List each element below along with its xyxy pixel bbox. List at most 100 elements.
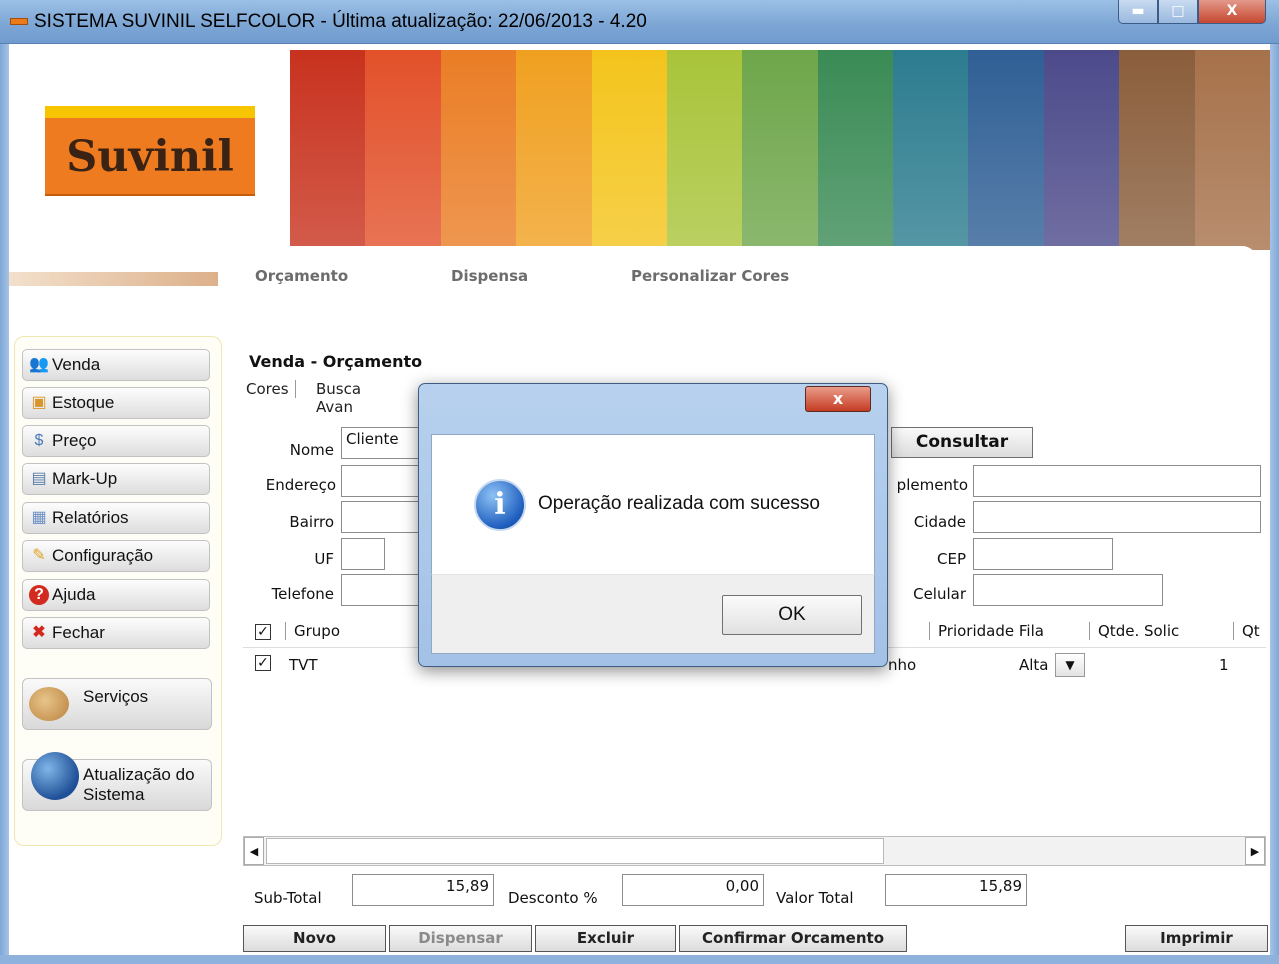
- markup-icon: ▤: [31, 470, 47, 487]
- tab-personalizar-cores[interactable]: Personalizar Cores: [631, 267, 789, 285]
- imprimir-button[interactable]: Imprimir: [1125, 925, 1268, 952]
- desconto-input[interactable]: 0,00: [622, 874, 764, 906]
- cell-grupo: TVT: [289, 656, 318, 674]
- sidebar-item-label: Relatórios: [52, 508, 129, 527]
- sidebar-item-label: Estoque: [52, 393, 115, 412]
- sidebar-item-label: Mark-Up: [52, 469, 118, 488]
- complemento-input[interactable]: [973, 465, 1261, 497]
- box-icon: ▣: [31, 394, 47, 411]
- novo-button[interactable]: Novo: [243, 925, 386, 952]
- col-grupo[interactable]: Grupo: [285, 622, 340, 640]
- price-icon: $: [34, 432, 44, 449]
- sidebar-item-relatorios[interactable]: ▦ Relatórios: [22, 502, 210, 534]
- sidebar-item-preco[interactable]: $ Preço: [22, 425, 210, 457]
- banner-stripe: [742, 50, 818, 250]
- dialog-message: Operação realizada com sucesso: [538, 493, 820, 514]
- cidade-input[interactable]: [973, 501, 1261, 533]
- nome-value: Cliente: [346, 430, 399, 448]
- banner-stripe: [591, 50, 667, 250]
- uf-label: UF: [314, 550, 334, 568]
- sidebar-item-ajuda[interactable]: ? Ajuda: [22, 579, 210, 611]
- info-icon: i: [474, 479, 526, 531]
- col-qtde-solic[interactable]: Qtde. Solic: [1089, 622, 1179, 640]
- sidebar-item-label: Configuração: [52, 546, 154, 565]
- valor-total-value: 15,89: [979, 877, 1022, 895]
- window-titlebar: SISTEMA SUVINIL SELFCOLOR - Última atual…: [0, 0, 1279, 44]
- atualizacao-label-1: Atualização do: [83, 765, 195, 784]
- sidebar-item-fechar[interactable]: ✖ Fechar: [22, 617, 210, 649]
- window-title: SISTEMA SUVINIL SELFCOLOR - Última atual…: [34, 11, 647, 32]
- bairro-input[interactable]: [341, 501, 421, 533]
- servicos-label: Serviços: [83, 687, 149, 706]
- col-prioridade-fila[interactable]: Prioridade Fila: [929, 622, 1044, 640]
- sidebar-item-label: Ajuda: [52, 585, 96, 604]
- valor-total-label: Valor Total: [776, 889, 854, 907]
- maximize-button[interactable]: □: [1158, 0, 1198, 24]
- telefone-input[interactable]: [341, 574, 421, 606]
- cell-prioridade: Alta: [1019, 656, 1049, 674]
- reports-icon: ▦: [31, 509, 47, 526]
- excluir-button[interactable]: Excluir: [535, 925, 676, 952]
- banner-stripe: [516, 50, 592, 250]
- dialog-footer: OK: [431, 574, 875, 654]
- subtotal-value: 15,89: [446, 877, 489, 895]
- nome-label: Nome: [289, 441, 334, 459]
- bairro-label: Bairro: [289, 513, 334, 531]
- select-all-checkbox[interactable]: ✓: [255, 624, 271, 640]
- scrollbar-thumb[interactable]: [266, 838, 884, 864]
- prioridade-dropdown-button[interactable]: ▼: [1055, 653, 1085, 677]
- help-icon: ?: [29, 585, 49, 605]
- sidebar-item-markup[interactable]: ▤ Mark-Up: [22, 463, 210, 495]
- tab-dispensa[interactable]: Dispensa: [451, 267, 528, 285]
- banner-stripe: [365, 50, 441, 250]
- col-qt[interactable]: Qt: [1233, 622, 1260, 640]
- scroll-left-arrow[interactable]: ◀: [244, 837, 264, 865]
- users-icon: 👥: [29, 356, 49, 373]
- ok-button[interactable]: OK: [722, 595, 862, 635]
- cell-qtde: 1: [1219, 656, 1229, 674]
- window-frame-left: [0, 44, 9, 964]
- horizontal-scrollbar[interactable]: ◀ ▶: [243, 836, 1266, 866]
- desconto-label: Desconto %: [508, 889, 598, 907]
- suvinil-logo: Suvinil: [45, 106, 255, 196]
- logo-text: Suvinil: [66, 132, 234, 182]
- globe-icon: [31, 752, 79, 800]
- banner-stripe: [290, 50, 366, 250]
- atualizacao-button[interactable]: Atualização do Sistema: [22, 752, 212, 811]
- endereco-label: Endereço: [265, 476, 336, 494]
- sidebar-item-venda[interactable]: 👥 Venda: [22, 349, 210, 381]
- servicos-icon: [29, 687, 69, 721]
- telefone-label: Telefone: [271, 585, 334, 603]
- sidebar-item-configuracao[interactable]: ✎ Configuração: [22, 540, 210, 572]
- banner-stripe: [1043, 50, 1120, 250]
- endereco-input[interactable]: [341, 465, 421, 497]
- minimize-button[interactable]: ▬: [1118, 0, 1158, 24]
- banner-stripe: [1119, 50, 1195, 250]
- window-close-button[interactable]: X: [1198, 0, 1266, 24]
- sidebar-item-estoque[interactable]: ▣ Estoque: [22, 387, 210, 419]
- window-frame-bottom: [0, 955, 1279, 964]
- banner-stripe: [968, 50, 1044, 250]
- nome-input[interactable]: Cliente: [341, 427, 421, 459]
- tab-busca-avancada[interactable]: Busca Avan: [316, 380, 361, 416]
- cell-col4: nho: [888, 656, 917, 674]
- banner-stripe: [440, 50, 517, 250]
- servicos-button[interactable]: Serviços: [22, 678, 212, 730]
- banner-stripe: [893, 50, 969, 250]
- confirmar-orcamento-button[interactable]: Confirmar Orcamento: [679, 925, 907, 952]
- scroll-right-arrow[interactable]: ▶: [1245, 837, 1265, 865]
- tab-cores[interactable]: Cores: [246, 380, 296, 398]
- celular-input[interactable]: [973, 574, 1163, 606]
- cep-input[interactable]: [973, 538, 1113, 570]
- dispensar-button[interactable]: Dispensar: [389, 925, 532, 952]
- message-dialog: x i Operação realizada com sucesso OK: [418, 383, 888, 667]
- subtotal-label: Sub-Total: [254, 889, 322, 907]
- tab-orcamento[interactable]: Orçamento: [255, 267, 348, 285]
- dialog-close-button[interactable]: x: [805, 386, 871, 412]
- banner-stripe: [666, 50, 743, 250]
- atualizacao-label-2: Sistema: [83, 785, 145, 804]
- row-checkbox[interactable]: ✓: [255, 655, 271, 671]
- consultar-button[interactable]: Consultar: [891, 427, 1033, 458]
- uf-input[interactable]: [341, 538, 385, 570]
- desconto-value: 0,00: [725, 877, 759, 895]
